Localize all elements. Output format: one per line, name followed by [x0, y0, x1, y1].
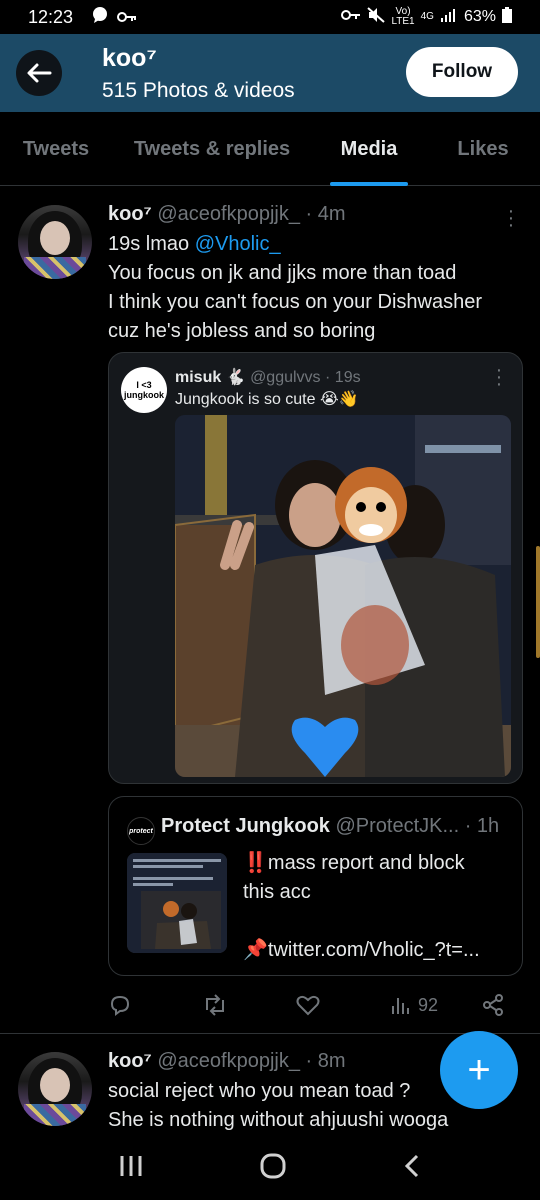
chevron-left-icon	[405, 1154, 419, 1177]
tweet-author-name[interactable]: koo⁷	[108, 1050, 152, 1072]
tweet-author-handle[interactable]: @aceofkpopjjk_	[157, 1050, 300, 1072]
home-button[interactable]	[259, 1152, 287, 1187]
tweet-text-line: She is nothing without ahjuushi wooga	[108, 1109, 449, 1131]
home-icon	[260, 1153, 286, 1178]
recents-button[interactable]	[118, 1154, 144, 1185]
tweet[interactable]: koo⁷ @aceofkpopjjk_ · 8m social reject w…	[0, 0, 540, 1138]
avatar[interactable]	[18, 1052, 92, 1126]
tweet-header: koo⁷ @aceofkpopjjk_ · 8m	[108, 1050, 346, 1073]
scrollbar[interactable]	[536, 546, 540, 658]
compose-button[interactable]: +	[440, 1031, 518, 1109]
recents-icon	[120, 1155, 142, 1176]
system-nav-bar	[0, 1138, 540, 1200]
back-nav-button[interactable]	[402, 1153, 422, 1186]
tweet-time: · 8m	[305, 1050, 346, 1072]
plus-icon: +	[467, 1047, 491, 1092]
